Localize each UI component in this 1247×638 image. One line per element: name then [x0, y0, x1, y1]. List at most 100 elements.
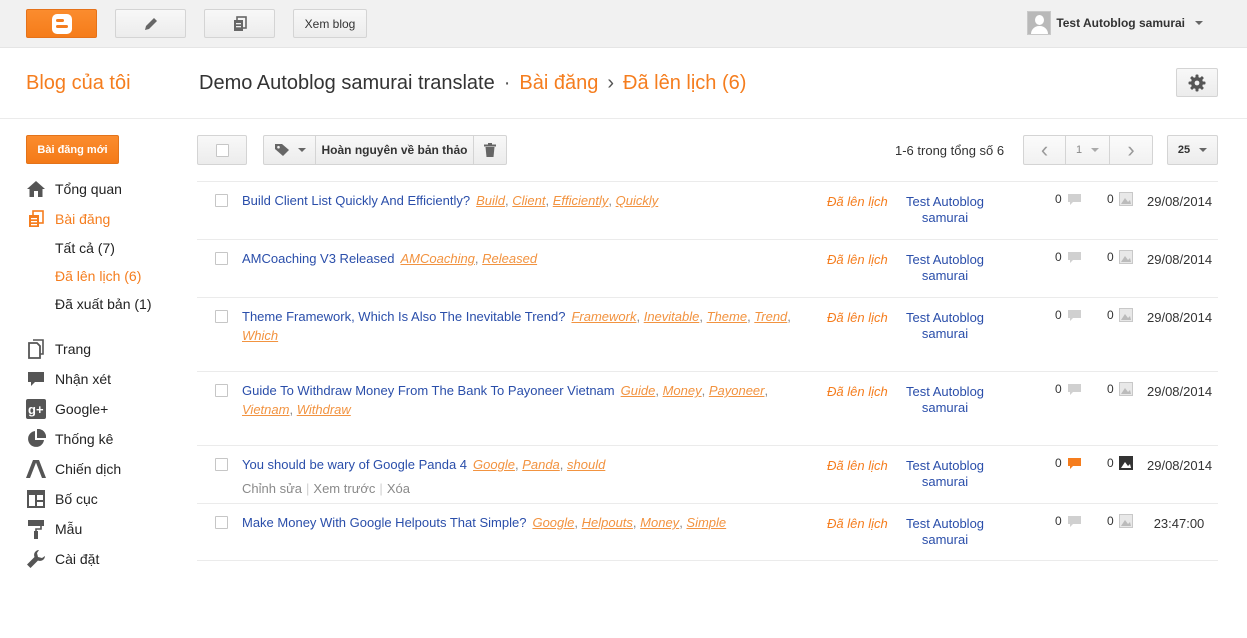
post-label[interactable]: Withdraw — [297, 402, 351, 417]
post-label[interactable]: Client — [512, 193, 545, 208]
view-count: 0 — [1107, 382, 1133, 396]
post-label[interactable]: Payoneer — [709, 383, 765, 398]
image-icon — [1118, 308, 1133, 322]
label-separator: , — [545, 193, 553, 208]
status-badge: Đã lên lịch — [827, 516, 888, 531]
status-badge: Đã lên lịch — [827, 384, 888, 399]
post-label[interactable]: Which — [242, 328, 278, 343]
post-date: 23:47:00 — [1153, 516, 1205, 531]
post-title[interactable]: AMCoaching V3 Released — [242, 251, 394, 266]
post-title[interactable]: Build Client List Quickly And Efficientl… — [242, 193, 470, 208]
row-checkbox[interactable] — [215, 252, 228, 265]
post-author[interactable]: Test Autoblog samurai — [897, 194, 993, 226]
my-blog-link[interactable]: Blog của tôi — [26, 72, 131, 95]
settings-button[interactable] — [1176, 68, 1218, 97]
post-label[interactable]: Panda — [522, 457, 560, 472]
blogger-icon — [51, 13, 72, 34]
posts-list-button[interactable] — [204, 9, 275, 38]
action-separator: | — [379, 481, 383, 496]
sidebar-item-stats[interactable]: Thống kê — [26, 429, 113, 449]
post-title[interactable]: Theme Framework, Which Is Also The Inevi… — [242, 309, 565, 324]
delete-button[interactable] — [474, 136, 506, 164]
post-label[interactable]: Trend — [754, 309, 787, 324]
post-label[interactable]: Google — [473, 457, 515, 472]
post-label[interactable]: Money — [640, 515, 679, 530]
revert-to-draft-button[interactable]: Hoàn nguyên về bản thảo — [316, 136, 474, 164]
sidebar-item-pages[interactable]: Trang — [26, 339, 91, 359]
pages-icon — [26, 339, 46, 359]
post-label[interactable]: Released — [482, 251, 537, 266]
comment-count[interactable]: 0 — [1055, 382, 1082, 396]
sidebar-item-comments[interactable]: Nhận xét — [26, 369, 111, 389]
view-blog-button[interactable]: Xem blog — [293, 9, 367, 38]
row-checkbox[interactable] — [215, 194, 228, 207]
post-label[interactable]: Vietnam — [242, 402, 289, 417]
comment-count[interactable]: 0 — [1055, 514, 1082, 528]
sidebar-item-campaigns[interactable]: Chiến dịch — [26, 459, 121, 479]
post-label[interactable]: Framework — [571, 309, 636, 324]
sidebar-item-posts[interactable]: Bài đăng — [26, 209, 110, 229]
delete-link[interactable]: Xóa — [387, 481, 410, 496]
sidebar-subitem-scheduled[interactable]: Đã lên lịch (6) — [55, 268, 141, 284]
post-label[interactable]: Quickly — [616, 193, 659, 208]
row-checkbox[interactable] — [215, 516, 228, 529]
post-author[interactable]: Test Autoblog samurai — [897, 458, 993, 490]
sidebar-item-overview[interactable]: Tổng quan — [26, 179, 122, 199]
post-title[interactable]: Guide To Withdraw Money From The Bank To… — [242, 383, 615, 398]
post-label[interactable]: Build — [476, 193, 505, 208]
post-label[interactable]: should — [567, 457, 605, 472]
per-page-select[interactable]: 25 — [1167, 135, 1218, 165]
post-author[interactable]: Test Autoblog samurai — [897, 310, 993, 342]
post-author[interactable]: Test Autoblog samurai — [897, 516, 993, 548]
new-post-pencil-button[interactable] — [115, 9, 186, 38]
row-checkbox[interactable] — [215, 310, 228, 323]
comment-count[interactable]: 0 — [1055, 192, 1082, 206]
prev-page-button[interactable]: ‹ — [1024, 136, 1066, 164]
sidebar-item-layout[interactable]: Bố cục — [26, 489, 98, 509]
comment-count[interactable]: 0 — [1055, 456, 1082, 470]
row-checkbox[interactable] — [215, 458, 228, 471]
breadcrumb-blog-name[interactable]: Demo Autoblog samurai translate — [199, 72, 495, 94]
comment-count[interactable]: 0 — [1055, 250, 1082, 264]
post-author[interactable]: Test Autoblog samurai — [897, 384, 993, 416]
per-page-value: 25 — [1177, 144, 1191, 156]
comment-count[interactable]: 0 — [1055, 308, 1082, 322]
new-post-button[interactable]: Bài đăng mới — [26, 135, 119, 164]
sidebar-subitem-all[interactable]: Tất cả (7) — [55, 240, 115, 256]
sidebar-item-template[interactable]: Mẫu — [26, 519, 82, 539]
sidebar-subitem-published[interactable]: Đã xuất bản (1) — [55, 296, 152, 312]
row-checkbox[interactable] — [215, 384, 228, 397]
post-author[interactable]: Test Autoblog samurai — [897, 252, 993, 284]
sidebar-item-google-plus[interactable]: g+ Google+ — [26, 399, 108, 419]
breadcrumb-chevron: › — [607, 72, 615, 94]
user-menu[interactable]: Test Autoblog samurai — [1027, 11, 1203, 35]
copy-icon — [233, 15, 247, 31]
post-label[interactable]: Money — [663, 383, 702, 398]
preview-link[interactable]: Xem trước — [313, 481, 375, 496]
blogger-logo-button[interactable] — [26, 9, 97, 38]
label-separator: , — [559, 457, 568, 472]
select-all-checkbox[interactable] — [215, 143, 229, 157]
page-select[interactable]: 1 — [1066, 136, 1110, 164]
post-label[interactable]: AMCoaching — [400, 251, 474, 266]
post-label[interactable]: Simple — [686, 515, 726, 530]
post-actions: Chỉnh sửa | Xem trước | Xóa — [242, 481, 410, 496]
select-all-checkbox-button[interactable] — [197, 135, 247, 165]
post-label[interactable]: Inevitable — [644, 309, 700, 324]
post-label[interactable]: Helpouts — [582, 515, 633, 530]
post-title[interactable]: You should be wary of Google Panda 4 — [242, 457, 467, 472]
next-page-button[interactable]: › — [1110, 136, 1152, 164]
post-label[interactable]: Efficiently — [553, 193, 609, 208]
sidebar-item-settings[interactable]: Cài đặt — [26, 549, 99, 569]
comment-count-value: 0 — [1055, 250, 1062, 264]
post-title[interactable]: Make Money With Google Helpouts That Sim… — [242, 515, 526, 530]
label-dropdown-button[interactable] — [264, 136, 316, 164]
post-label[interactable]: Theme — [707, 309, 747, 324]
edit-link[interactable]: Chỉnh sửa — [242, 481, 302, 496]
sidebar-item-label: Bài đăng — [55, 211, 111, 227]
post-label[interactable]: Guide — [621, 383, 656, 398]
breadcrumb-posts[interactable]: Bài đăng — [519, 72, 598, 94]
wrench-icon — [26, 549, 46, 569]
post-label[interactable]: Google — [532, 515, 574, 530]
sidebar-item-label: Cài đặt — [55, 551, 100, 567]
